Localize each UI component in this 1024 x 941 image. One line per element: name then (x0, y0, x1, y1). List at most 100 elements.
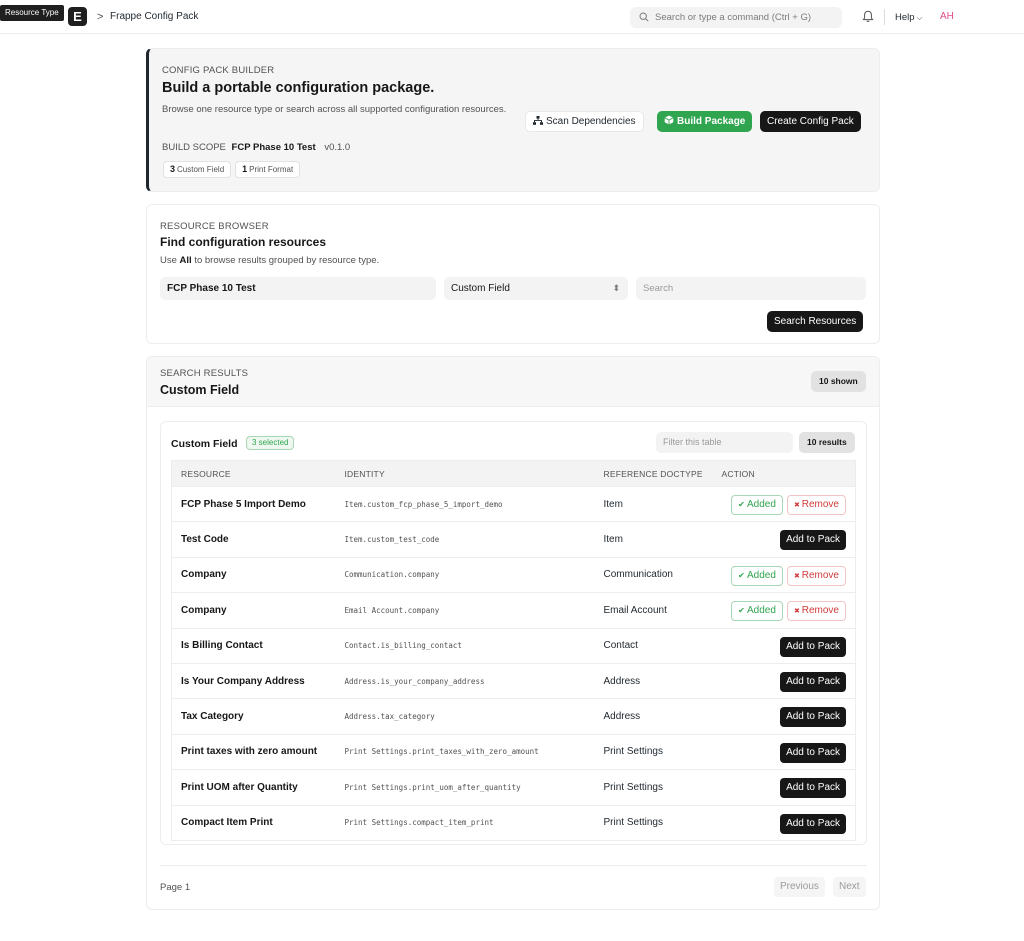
row-reference-doctype: Print Settings (594, 804, 713, 841)
chip-label: Print Format (249, 165, 294, 174)
added-tag: ✔ Added (731, 495, 783, 515)
row-reference-doctype: Email Account (594, 592, 713, 629)
help-label: Help (895, 12, 915, 23)
chip-print-format: 1 Print Format (235, 161, 301, 178)
table-row: Print taxes with zero amount Print Setti… (171, 733, 856, 770)
resource-type-value: Custom Field (451, 283, 510, 294)
row-identity: Communication.company (335, 556, 595, 593)
col-reference-doctype: REFERENCE DOCTYPE (594, 460, 713, 487)
scan-label: Scan Dependencies (546, 116, 636, 127)
search-icon (639, 12, 649, 22)
add-to-pack-button[interactable]: Add to Pack (780, 671, 846, 692)
row-resource: Print UOM after Quantity (171, 769, 336, 806)
shown-count-badge: 10 shown (811, 371, 866, 392)
table-row: Company Communication.company Communicat… (171, 556, 856, 593)
chevron-down-icon: ⌵ (916, 13, 923, 22)
add-to-pack-button[interactable]: Add to Pack (780, 813, 846, 834)
help-menu[interactable]: Help ⌵ (895, 12, 923, 23)
close-icon: ✖ (793, 502, 802, 509)
select-arrows-icon: ⬍ (612, 283, 620, 293)
resource-browser-card: RESOURCE BROWSER Find configuration reso… (146, 204, 880, 344)
filter-table-input[interactable]: Filter this table (656, 432, 793, 453)
add-to-pack-button[interactable]: Add to Pack (780, 778, 846, 799)
app-logo[interactable]: E (68, 7, 87, 26)
added-label: Added (747, 569, 776, 581)
results-eyebrow: SEARCH RESULTS (160, 368, 249, 379)
next-page-button[interactable]: Next (833, 877, 866, 897)
row-identity: Print Settings.compact_item_print (335, 804, 595, 841)
browser-hint: Use All to browse results grouped by res… (160, 255, 379, 266)
results-table-panel: Custom Field 3 selected Filter this tabl… (160, 421, 867, 845)
config-pack-field[interactable]: FCP Phase 10 Test (160, 277, 436, 300)
row-identity: Email Account.company (335, 592, 595, 629)
avatar[interactable]: AH (940, 11, 954, 22)
remove-button[interactable]: ✖ Remove (786, 565, 846, 586)
add-to-pack-button[interactable]: Add to Pack (780, 636, 846, 657)
table-header-row: RESOURCE IDENTITY REFERENCE DOCTYPE ACTI… (171, 460, 856, 487)
row-reference-doctype: Item (594, 521, 713, 558)
row-resource: Test Code (171, 521, 336, 558)
col-action: ACTION (712, 460, 856, 487)
row-identity: Contact.is_billing_contact (335, 627, 595, 664)
search-placeholder: Search or type a command (Ctrl + G) (655, 12, 812, 23)
chip-custom-field: 3 Custom Field (163, 161, 232, 178)
row-reference-doctype: Print Settings (594, 733, 713, 770)
build-package-button[interactable]: Build Package (657, 111, 753, 132)
row-reference-doctype: Contact (594, 627, 713, 664)
search-resources-button[interactable]: Search Resources (767, 311, 864, 332)
table-row: Is Your Company Address Address.is_your_… (171, 662, 856, 699)
bell-icon[interactable] (862, 10, 874, 23)
row-reference-doctype: Address (594, 662, 713, 699)
results-table: RESOURCE IDENTITY REFERENCE DOCTYPE ACTI… (171, 460, 856, 841)
remove-label: Remove (801, 605, 839, 617)
row-reference-doctype: Item (594, 485, 713, 522)
scan-dependencies-button[interactable]: Scan Dependencies (525, 111, 644, 132)
selected-count-badge: 3 selected (246, 436, 295, 450)
row-action: ✔ Added ✖ Remove (712, 556, 856, 593)
navbar: Resource Type E > Frappe Config Pack Sea… (0, 0, 1024, 34)
row-reference-doctype: Address (594, 698, 713, 735)
row-identity: Item.custom_fcp_phase_5_import_demo (335, 485, 595, 522)
search-results-card: SEARCH RESULTS Custom Field 10 shown Cus… (146, 356, 880, 910)
table-row: Print UOM after Quantity Print Settings.… (171, 769, 856, 806)
results-count-badge: 10 results (799, 432, 855, 453)
scope-label: BUILD SCOPE (162, 142, 226, 153)
table-row: Company Email Account.company Email Acco… (171, 592, 856, 629)
create-config-pack-button[interactable]: Create Config Pack (760, 111, 861, 132)
row-action: Add to Pack (712, 769, 856, 806)
row-action: Add to Pack (712, 521, 856, 558)
row-identity: Item.custom_test_code (335, 521, 595, 558)
row-action: Add to Pack (712, 627, 856, 664)
row-resource: Is Billing Contact (171, 627, 336, 664)
add-to-pack-button[interactable]: Add to Pack (780, 530, 846, 551)
global-search[interactable]: Search or type a command (Ctrl + G) (630, 7, 842, 28)
hint-suffix: to browse results grouped by resource ty… (194, 255, 380, 266)
remove-button[interactable]: ✖ Remove (786, 601, 846, 622)
check-icon: ✔ (738, 500, 748, 509)
resource-type-select[interactable]: Custom Field ⬍ (444, 277, 628, 300)
row-reference-doctype: Print Settings (594, 769, 713, 806)
row-identity: Address.is_your_company_address (335, 662, 595, 699)
row-identity: Print Settings.print_uom_after_quantity (335, 769, 595, 806)
search-input[interactable]: Search (636, 277, 866, 300)
added-tag: ✔ Added (731, 601, 783, 622)
close-icon: ✖ (793, 608, 802, 616)
hero-eyebrow: CONFIG PACK BUILDER (162, 65, 275, 76)
remove-label: Remove (801, 499, 839, 510)
table-row: FCP Phase 5 Import Demo Item.custom_fcp_… (171, 485, 856, 522)
scope-version: v0.1.0 (324, 142, 351, 153)
row-resource: Print taxes with zero amount (171, 733, 336, 770)
remove-button[interactable]: ✖ Remove (786, 495, 846, 515)
row-action: Add to Pack (712, 698, 856, 735)
hint-prefix: Use (160, 255, 177, 266)
hero-description: Browse one resource type or search acros… (162, 104, 507, 115)
breadcrumb[interactable]: Frappe Config Pack (110, 11, 198, 22)
row-identity: Print Settings.print_taxes_with_zero_amo… (335, 733, 595, 770)
previous-page-button[interactable]: Previous (774, 877, 825, 897)
row-action: ✔ Added ✖ Remove (712, 592, 856, 629)
remove-label: Remove (801, 569, 839, 581)
scope-chips: 3 Custom Field 1 Print Format (163, 161, 301, 178)
add-to-pack-button[interactable]: Add to Pack (780, 707, 846, 728)
add-to-pack-button[interactable]: Add to Pack (780, 742, 846, 763)
col-resource: RESOURCE (171, 460, 336, 487)
